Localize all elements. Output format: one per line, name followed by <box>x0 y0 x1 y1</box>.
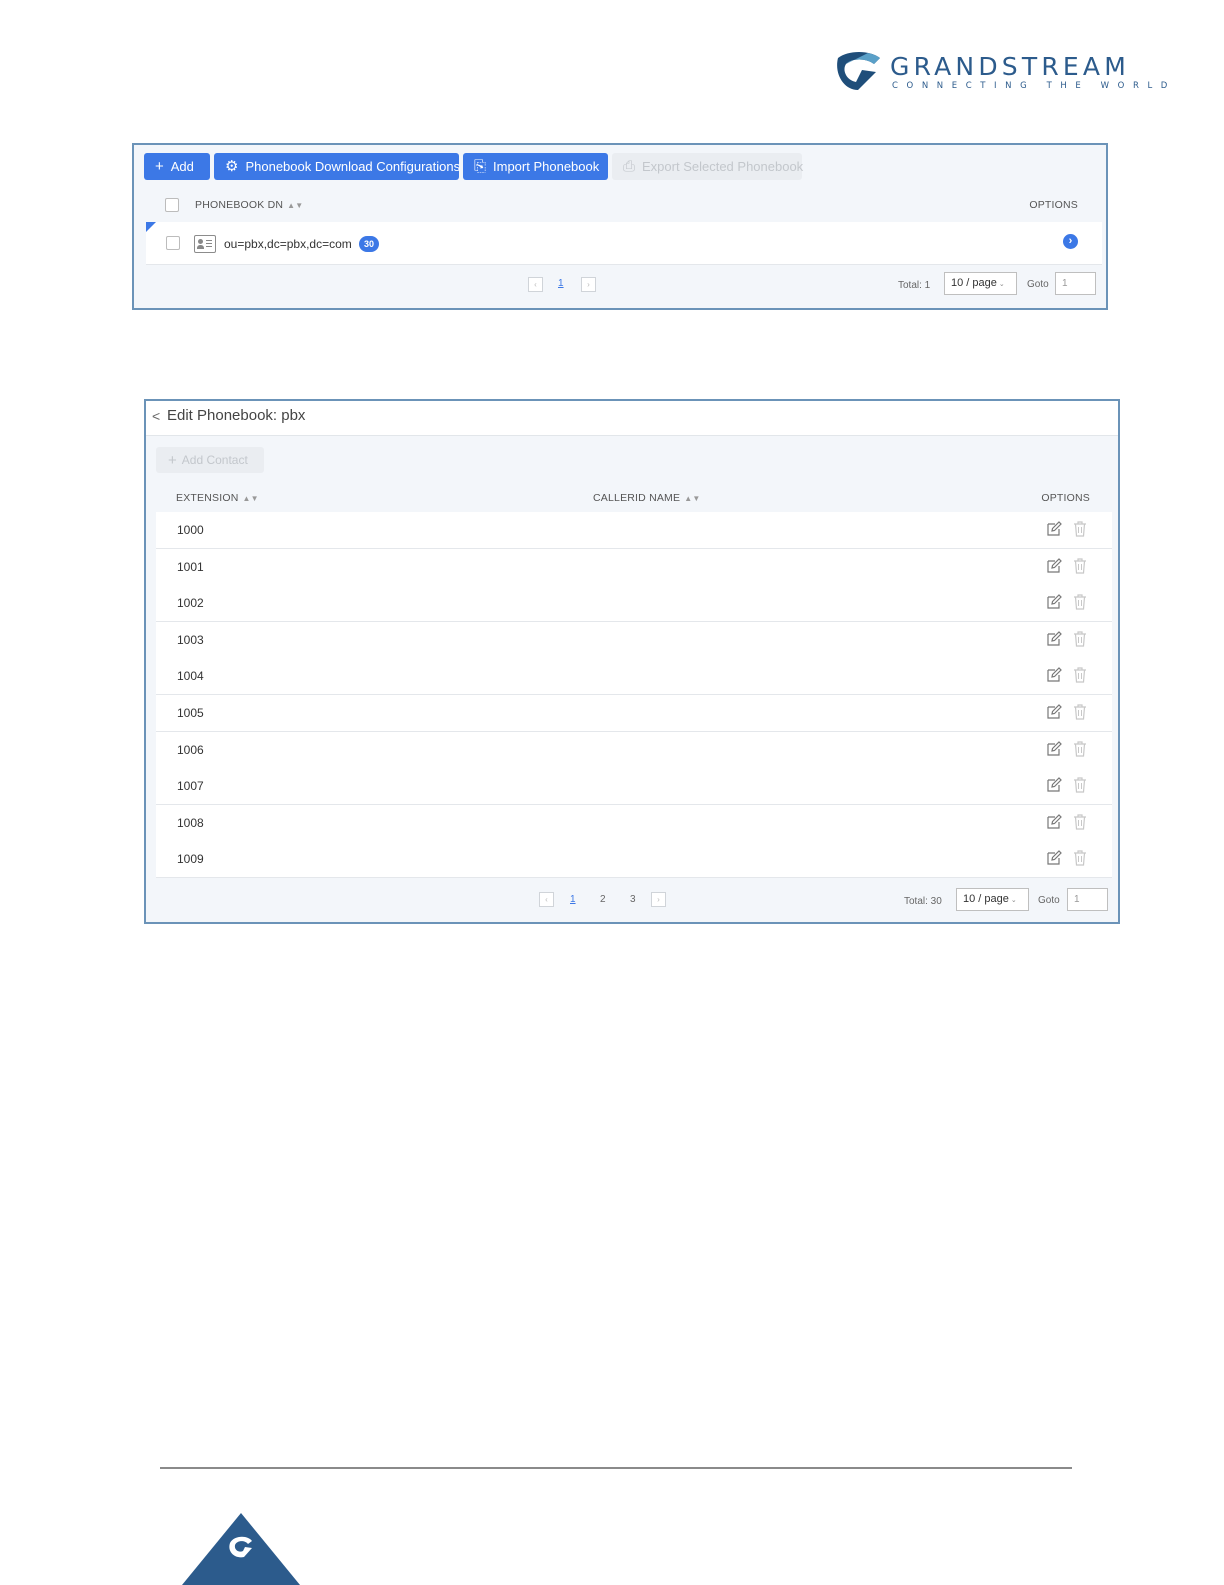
edit-icon[interactable] <box>1046 630 1062 647</box>
extension-cell: 1006 <box>177 742 204 757</box>
trash-icon[interactable] <box>1073 667 1087 683</box>
add-contact-button[interactable]: + Add Contact <box>156 447 264 473</box>
edit-icon[interactable] <box>1046 557 1062 574</box>
total-count: Total: 30 <box>904 896 942 907</box>
extension-cell: 1009 <box>177 852 204 867</box>
trash-icon[interactable] <box>1073 814 1087 830</box>
gear-icon: ⚙ <box>225 158 239 175</box>
column-header-options: OPTIONS <box>1029 199 1078 211</box>
edit-icon[interactable] <box>1046 704 1062 720</box>
table-row: 1000 <box>156 512 1112 549</box>
edit-icon[interactable] <box>1046 521 1062 537</box>
table-row: 1007 <box>156 768 1112 806</box>
edit-icon[interactable] <box>1046 813 1062 830</box>
phonebook-list-panel: + Add ⚙ Phonebook Download Configuration… <box>132 143 1108 310</box>
table-row: 1002 <box>156 585 1112 623</box>
export-selected-phonebook-button[interactable]: ⎙ Export Selected Phonebook <box>612 153 803 180</box>
edit-icon[interactable] <box>1046 740 1062 757</box>
goto-label: Goto <box>1027 279 1049 290</box>
arrow-right-circle-icon[interactable]: › <box>1063 234 1078 249</box>
table-row[interactable]: ou=pbx,dc=pbx,dc=com 30 › <box>146 222 1102 265</box>
column-header-callerid-name[interactable]: CALLERID NAME ▲▼ <box>593 492 700 504</box>
brand-tagline: CONNECTING THE WORLD <box>892 81 1176 91</box>
chevron-down-icon: ⌄ <box>998 281 1005 288</box>
sort-icon: ▲▼ <box>684 494 701 503</box>
brand-logo: GRANDSTREAM CONNECTING THE WORLD <box>836 50 1167 94</box>
phonebook-dn: ou=pbx,dc=pbx,dc=com <box>224 237 352 251</box>
prev-page-button[interactable]: ‹ <box>528 277 543 292</box>
brand-name: GRANDSTREAM <box>890 52 1130 81</box>
total-count: Total: 1 <box>898 280 931 291</box>
table-row: 1004 <box>156 658 1112 696</box>
page-size-select[interactable]: 10 / page ⌄ <box>944 272 1017 295</box>
footer-divider <box>160 1467 1072 1469</box>
footer-logo-icon <box>182 1513 300 1585</box>
chevron-down-icon: ⌄ <box>1010 897 1017 904</box>
select-all-checkbox[interactable] <box>165 198 179 212</box>
row-checkbox[interactable] <box>166 236 180 250</box>
page-size-select[interactable]: 10 / page ⌄ <box>956 888 1029 911</box>
page-title: Edit Phonebook: pbx <box>167 407 306 424</box>
table-row: 1001 <box>156 548 1112 586</box>
extension-cell: 1001 <box>177 559 204 574</box>
grandstream-logo-icon <box>837 52 880 90</box>
chevron-left-icon[interactable]: < <box>152 408 160 424</box>
next-page-button[interactable]: › <box>651 892 666 907</box>
phonebook-download-configurations-button[interactable]: ⚙ Phonebook Download Configurations <box>214 153 460 180</box>
export-icon: ⎙ <box>623 158 636 175</box>
page-1[interactable]: 1 <box>558 278 564 289</box>
trash-icon[interactable] <box>1073 777 1087 793</box>
edit-phonebook-panel: < Edit Phonebook: pbx + Add Contact EXTE… <box>144 399 1120 924</box>
page-3[interactable]: 3 <box>630 894 636 905</box>
table-row: 1009 <box>156 841 1112 879</box>
column-header-extension[interactable]: EXTENSION ▲▼ <box>176 492 259 504</box>
column-header-options: OPTIONS <box>1041 492 1090 504</box>
trash-icon[interactable] <box>1073 594 1087 610</box>
table-row: 1005 <box>156 695 1112 732</box>
phonebook-icon <box>194 235 216 253</box>
page-2[interactable]: 2 <box>600 894 606 905</box>
table-row: 1003 <box>156 621 1112 659</box>
row-marker <box>146 222 156 232</box>
contact-count-badge: 30 <box>359 236 379 252</box>
import-phonebook-button[interactable]: ⎘ Import Phonebook <box>463 153 608 180</box>
edit-icon[interactable] <box>1046 777 1062 793</box>
plus-icon: + <box>168 451 177 469</box>
edit-phonebook-header: < Edit Phonebook: pbx <box>146 401 1118 436</box>
add-button[interactable]: + Add <box>144 153 210 180</box>
extension-cell: 1004 <box>177 669 204 684</box>
trash-icon[interactable] <box>1073 521 1087 537</box>
goto-input[interactable]: 1 <box>1055 272 1096 295</box>
trash-icon[interactable] <box>1073 557 1087 574</box>
trash-icon[interactable] <box>1073 850 1087 866</box>
extension-cell: 1000 <box>177 523 204 537</box>
trash-icon[interactable] <box>1073 704 1087 720</box>
trash-icon[interactable] <box>1073 740 1087 757</box>
plus-icon: + <box>155 158 164 175</box>
column-header-phonebook-dn[interactable]: PHONEBOOK DN ▲▼ <box>195 199 303 211</box>
extension-cell: 1007 <box>177 779 204 794</box>
trash-icon[interactable] <box>1073 631 1087 647</box>
goto-label: Goto <box>1038 895 1060 906</box>
page-1[interactable]: 1 <box>570 894 576 905</box>
extension-cell: 1002 <box>177 596 204 611</box>
extension-cell: 1003 <box>177 632 204 647</box>
edit-icon[interactable] <box>1046 850 1062 866</box>
table-row: 1006 <box>156 731 1112 769</box>
prev-page-button[interactable]: ‹ <box>539 892 554 907</box>
sort-icon: ▲▼ <box>242 494 259 503</box>
sort-icon: ▲▼ <box>287 201 304 210</box>
goto-input[interactable]: 1 <box>1067 888 1108 911</box>
extension-cell: 1008 <box>177 815 204 830</box>
table-row: 1008 <box>156 804 1112 842</box>
edit-icon[interactable] <box>1046 594 1062 610</box>
extension-cell: 1005 <box>177 706 204 720</box>
import-icon: ⎘ <box>474 158 487 175</box>
edit-icon[interactable] <box>1046 667 1062 683</box>
next-page-button[interactable]: › <box>581 277 596 292</box>
